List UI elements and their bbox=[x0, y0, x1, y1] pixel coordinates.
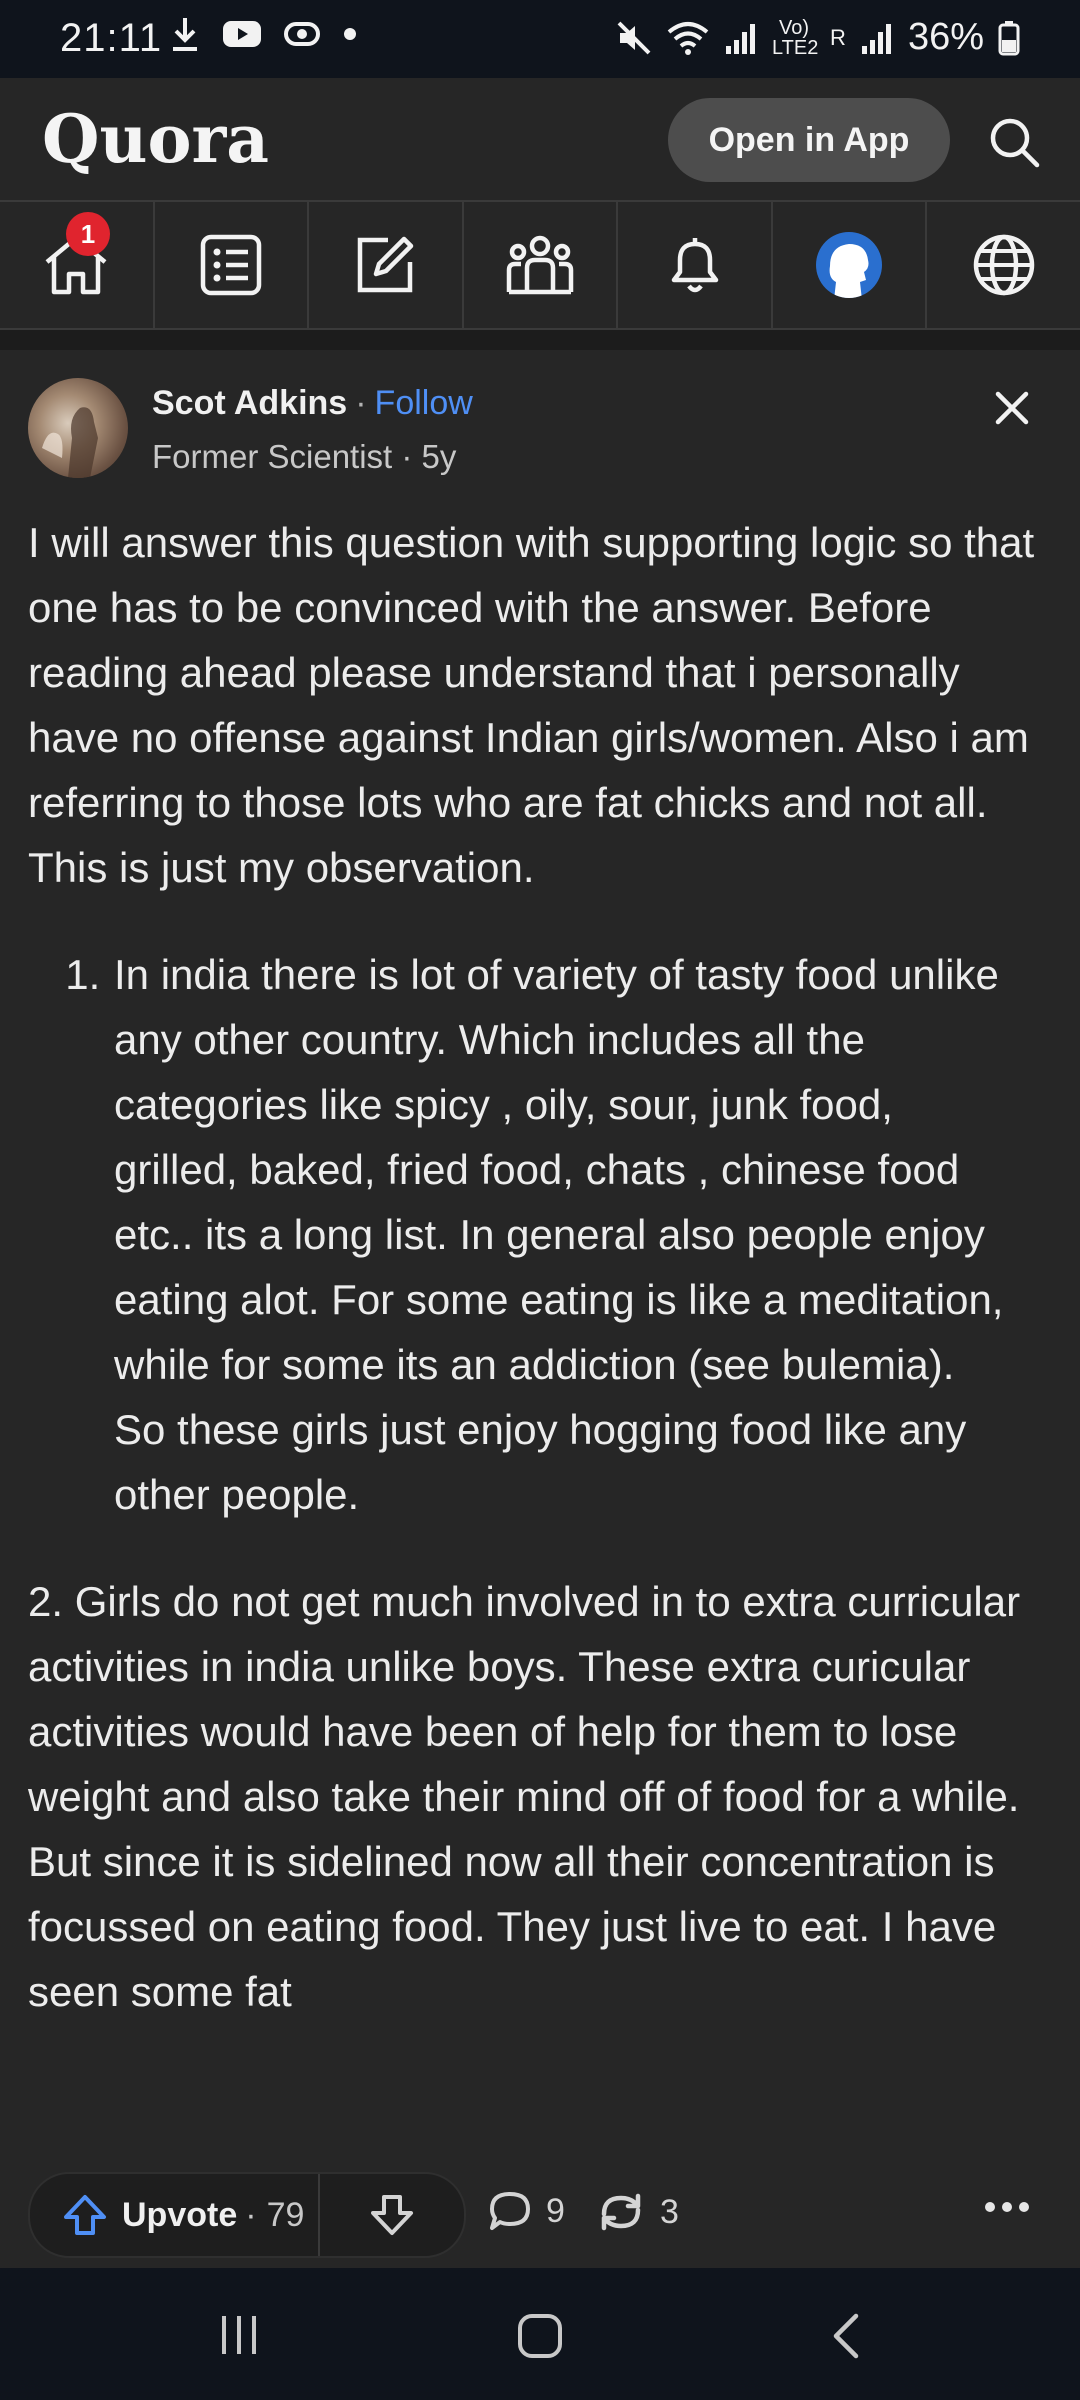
app-header: Quora Open in App bbox=[0, 78, 1080, 202]
comment-icon bbox=[490, 2192, 530, 2230]
signal-icon bbox=[726, 23, 756, 54]
back-button[interactable] bbox=[826, 2312, 866, 2365]
share-count: 3 bbox=[660, 2192, 679, 2231]
youtube-icon bbox=[223, 21, 261, 47]
section-divider bbox=[0, 330, 1080, 350]
search-button[interactable] bbox=[986, 114, 1042, 170]
search-icon bbox=[990, 118, 1040, 168]
system-nav-bar bbox=[0, 2268, 1080, 2400]
answer-viewport: I will answer this question with support… bbox=[0, 350, 1080, 2138]
battery-percent: 36% bbox=[907, 16, 984, 58]
more-options-button[interactable] bbox=[984, 2200, 1030, 2219]
upvote-separator: · bbox=[245, 2195, 257, 2234]
tab-home[interactable]: 1 bbox=[0, 202, 155, 328]
more-dots-icon bbox=[985, 2202, 1029, 2212]
answer-list-item: In india there is lot of variety of tast… bbox=[112, 942, 1012, 1527]
comment-count: 9 bbox=[546, 2191, 565, 2230]
answer-action-bar: Upvote · 79 9 3 bbox=[0, 2170, 1080, 2260]
answer-card: Scot Adkins · Follow Former Scientist · … bbox=[0, 350, 1080, 2268]
comments-button[interactable]: 9 bbox=[488, 2190, 565, 2232]
upvote-button[interactable]: Upvote · 79 bbox=[30, 2174, 320, 2256]
vote-control: Upvote · 79 bbox=[28, 2172, 466, 2258]
tab-spaces[interactable] bbox=[464, 202, 619, 328]
tab-write[interactable] bbox=[309, 202, 464, 328]
tab-profile[interactable] bbox=[773, 202, 928, 328]
upvote-label: Upvote bbox=[122, 2195, 238, 2234]
upvote-arrow-icon bbox=[64, 2195, 106, 2235]
upvote-count: 79 bbox=[266, 2195, 305, 2234]
back-chevron-icon bbox=[833, 2313, 859, 2359]
tab-notifications[interactable] bbox=[618, 202, 773, 328]
download-icon bbox=[173, 18, 197, 51]
home-square-icon bbox=[518, 2314, 562, 2358]
notifications-icon bbox=[671, 238, 718, 293]
answer-paragraph-intro: I will answer this question with support… bbox=[28, 519, 1035, 891]
app-icon bbox=[284, 22, 320, 46]
status-time: 21:11 bbox=[60, 16, 163, 60]
battery-icon bbox=[998, 20, 1020, 55]
languages-icon bbox=[973, 234, 1034, 296]
downvote-arrow-icon bbox=[371, 2195, 413, 2235]
volte-label: Vo) LTE2 bbox=[772, 16, 819, 59]
answer-paragraph-2: 2. Girls do not get much involved in to … bbox=[28, 1578, 1021, 2015]
answer-list: In india there is lot of variety of tast… bbox=[28, 942, 1012, 1527]
quora-logo[interactable]: Quora bbox=[42, 100, 269, 178]
tab-languages[interactable] bbox=[927, 202, 1080, 328]
downvote-button[interactable] bbox=[320, 2193, 464, 2237]
status-system-icons: Vo) LTE2 R 36% bbox=[616, 16, 1020, 59]
share-button[interactable]: 3 bbox=[596, 2190, 679, 2234]
roaming-label: R bbox=[830, 24, 846, 50]
profile-icon bbox=[816, 232, 883, 298]
recents-icon bbox=[222, 2316, 256, 2354]
tab-bar: 1 bbox=[0, 202, 1080, 330]
dot-icon bbox=[344, 28, 356, 40]
status-bar: 21:11 Vo) LTE2 R 36% bbox=[0, 0, 1080, 78]
open-in-app-button[interactable]: Open in App bbox=[668, 98, 950, 182]
home-notification-badge: 1 bbox=[66, 212, 110, 256]
share-icon bbox=[601, 2193, 641, 2231]
answer-list-icon bbox=[200, 234, 262, 296]
answer-body[interactable]: I will answer this question with support… bbox=[28, 510, 1058, 2024]
wifi-icon bbox=[667, 21, 709, 55]
tab-answer[interactable] bbox=[155, 202, 310, 328]
status-notifications bbox=[170, 16, 358, 52]
mute-icon bbox=[617, 21, 651, 54]
spaces-icon bbox=[506, 235, 574, 295]
home-nav-button[interactable] bbox=[516, 2312, 564, 2365]
recent-apps-button[interactable] bbox=[216, 2312, 262, 2363]
signal-icon-2 bbox=[861, 23, 891, 54]
write-icon bbox=[358, 236, 414, 293]
